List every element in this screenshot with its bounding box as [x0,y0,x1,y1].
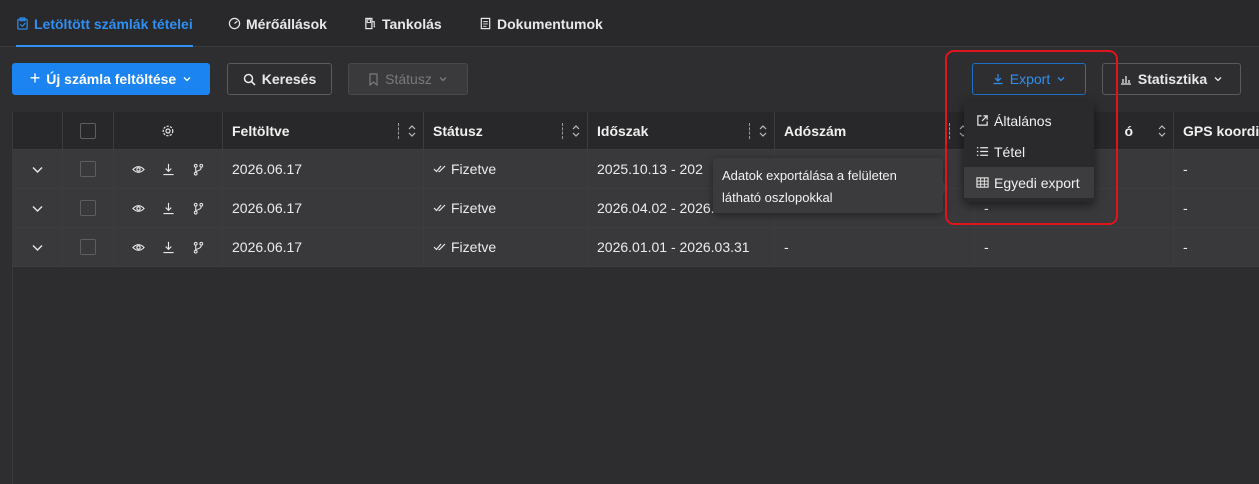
chevron-down-icon [1214,77,1222,82]
tab-refueling[interactable]: Tankolás [364,0,442,47]
cell-date: - [975,228,1174,266]
status-filter-label: Státusz [385,71,432,87]
cell-gps: - [1183,200,1188,216]
export-tooltip: Adatok exportálása a felületen látható o… [713,158,949,213]
upload-invoice-label: Új számla feltöltése [46,71,177,87]
row-actions [114,189,223,227]
column-header-label: Időszak [597,123,649,139]
double-check-icon [433,165,446,173]
top-nav: Letöltött számlák tételei Mérőállások Ta… [0,0,1259,47]
double-check-icon [433,243,446,251]
plus-icon: + [29,67,41,88]
gear-icon[interactable] [161,124,175,138]
search-label: Keresés [261,71,317,87]
download-icon[interactable] [162,163,175,176]
column-header-uploaded[interactable]: Feltöltve [223,112,424,150]
expand-cell[interactable] [13,150,63,188]
column-header-label: GPS koordi [1183,123,1259,139]
column-header-label: Feltöltve [232,123,290,139]
fuel-pump-icon [365,17,376,30]
branch-icon[interactable] [192,163,205,176]
tooltip-line-1: Adatok exportálása a felületen [722,168,897,183]
status-text: Fizetve [451,161,497,177]
expand-cell[interactable] [13,228,63,266]
status-text: Fizetve [451,200,497,216]
tab-label: Letöltött számlák tételei [34,15,193,32]
statistics-label: Statisztika [1137,71,1208,87]
cell-uploaded: 2026.06.17 [223,150,424,188]
cell-gps: - [1183,161,1188,177]
sort-icon[interactable] [759,124,767,138]
download-icon[interactable] [162,241,175,254]
table-row[interactable]: 2026.06.17 Fizetve 2026.01.01 - 2026.03.… [13,228,1259,267]
search-button[interactable]: Keresés [227,63,332,95]
branch-icon[interactable] [192,202,205,215]
row-actions [114,228,223,266]
tooltip-line-2: látható oszlopokkal [722,190,833,205]
select-all-checkbox[interactable] [80,123,96,139]
cell-tax-number: - [775,228,975,266]
cell-status: Fizetve [424,228,588,266]
column-header-period[interactable]: Időszak [588,112,775,150]
select-cell [63,189,114,227]
sort-icon[interactable] [572,124,580,138]
tab-label: Tankolás [382,15,442,32]
chevron-down-icon [439,77,447,82]
column-resize-handle[interactable] [398,123,399,139]
cell-period: 2026.01.01 - 2026.03.31 [588,228,775,266]
eye-icon[interactable] [131,241,145,254]
upload-invoice-button[interactable]: + Új számla feltöltése [12,63,210,95]
tab-label: Dokumentumok [497,15,603,32]
select-all-header [63,112,114,150]
row-checkbox[interactable] [80,161,96,177]
column-header-label: ó [1124,123,1133,139]
column-header-label: Adószám [784,123,847,139]
chevron-down-icon[interactable] [31,241,44,254]
highlight-annotation [945,50,1118,225]
cell-status: Fizetve [424,150,588,188]
row-actions [114,150,223,188]
column-header-label: Státusz [433,123,483,139]
status-text: Fizetve [451,239,497,255]
eye-icon[interactable] [131,202,145,215]
document-icon [480,17,491,30]
tab-downloaded-invoice-items[interactable]: Letöltött számlák tételei [16,0,193,47]
row-checkbox[interactable] [80,239,96,255]
tab-label: Mérőállások [246,15,327,32]
statistics-button[interactable]: Statisztika [1102,63,1241,95]
eye-icon[interactable] [131,163,145,176]
cell-gps: - [1183,239,1188,255]
cell-status: Fizetve [424,189,588,227]
branch-icon[interactable] [192,241,205,254]
tab-meter-readings[interactable]: Mérőállások [228,0,327,47]
row-checkbox[interactable] [80,200,96,216]
column-resize-handle[interactable] [749,123,750,139]
bookmark-icon [369,72,378,86]
expand-cell[interactable] [13,189,63,227]
cell-uploaded: 2026.06.17 [223,189,424,227]
column-header-gps[interactable]: GPS koordi [1174,112,1259,150]
clipboard-icon [17,17,28,30]
settings-column-header [114,112,223,150]
chevron-down-icon [183,77,191,82]
download-icon[interactable] [162,202,175,215]
search-icon [243,73,256,86]
select-cell [63,150,114,188]
chevron-down-icon[interactable] [31,163,44,176]
status-filter-button[interactable]: Státusz [348,63,468,95]
column-resize-handle[interactable] [562,123,563,139]
chevron-down-icon[interactable] [31,202,44,215]
select-cell [63,228,114,266]
cell-uploaded: 2026.06.17 [223,228,424,266]
sort-icon[interactable] [408,124,416,138]
tab-documents[interactable]: Dokumentumok [479,0,603,47]
expand-column-header [13,112,63,150]
sort-icon[interactable] [1158,124,1166,138]
column-header-status[interactable]: Státusz [424,112,588,150]
bar-chart-icon [1120,76,1131,85]
double-check-icon [433,204,446,212]
gauge-icon [228,17,241,30]
